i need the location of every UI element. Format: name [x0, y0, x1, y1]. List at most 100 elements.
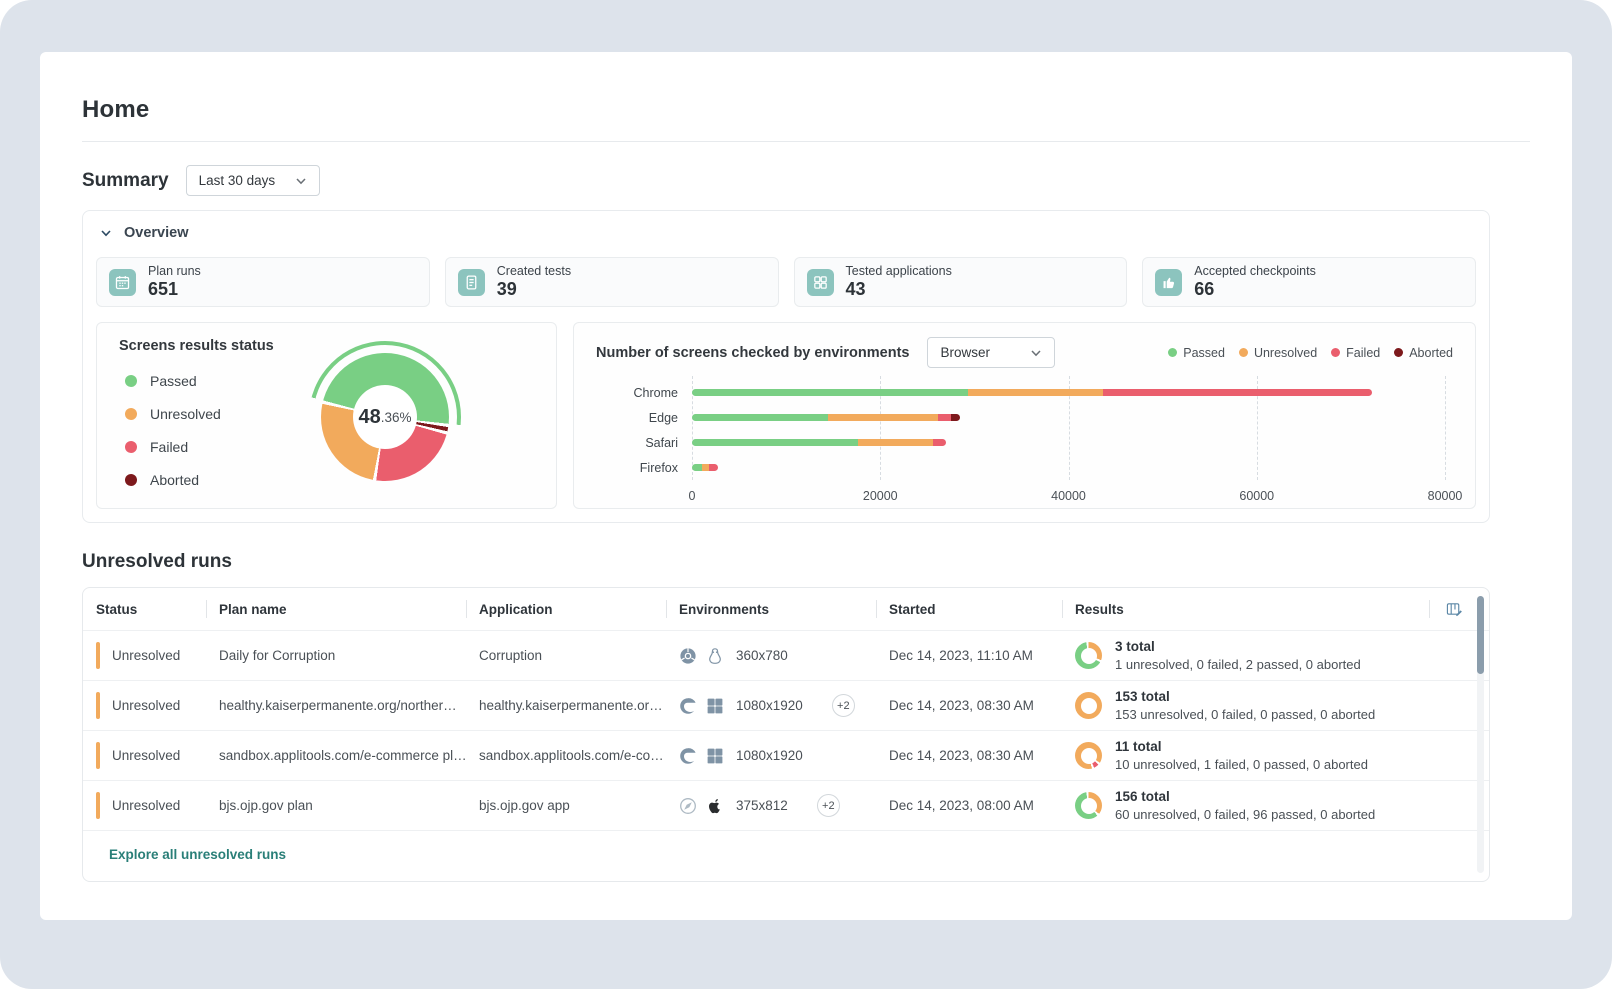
overview-panel: Overview Plan runs 651 Created tests 39: [82, 210, 1490, 523]
stat-card-accepted-checkpoints: Accepted checkpoints 66: [1142, 257, 1476, 307]
table-scrollbar-track: [1477, 596, 1484, 873]
table-scrollbar-thumb[interactable]: [1477, 596, 1484, 674]
results-detail: 153 unresolved, 0 failed, 0 passed, 0 ab…: [1115, 707, 1375, 722]
legend-item-failed: Failed: [125, 439, 221, 455]
stat-value: 66: [1194, 279, 1316, 300]
started-timestamp: Dec 14, 2023, 08:00 AM: [876, 798, 1062, 813]
date-range-value: Last 30 days: [199, 173, 276, 188]
safari-icon: [679, 797, 697, 815]
column-header-results: Results: [1062, 588, 1429, 630]
overview-collapse-toggle[interactable]: Overview: [96, 223, 1476, 241]
legend-label: Aborted: [150, 472, 199, 488]
status-accent-bar: [96, 792, 100, 819]
environment-type-value: Browser: [940, 345, 990, 360]
table-header-row: Status Plan name Application Environment…: [83, 588, 1489, 630]
bar-segment-unresolved: [968, 389, 1104, 396]
legend-item-unresolved: Unresolved: [125, 406, 221, 422]
bar-category-label: Firefox: [596, 461, 678, 475]
bar-segment-failed: [1103, 389, 1371, 396]
status-accent-bar: [96, 692, 100, 719]
started-timestamp: Dec 14, 2023, 08:30 AM: [876, 748, 1062, 763]
stacked-bar-edge: [692, 414, 960, 421]
calendar-icon: [109, 269, 136, 296]
resolution-text: 1080x1920: [736, 698, 803, 713]
table-row[interactable]: Unresolved bjs.ojp.gov plan bjs.ojp.gov …: [83, 780, 1489, 830]
unresolved-dot: [125, 408, 137, 420]
extra-environments-badge[interactable]: +2: [817, 794, 840, 817]
legend-label: Aborted: [1409, 346, 1453, 360]
donut-center-int: 48: [358, 406, 380, 429]
stat-value: 43: [846, 279, 952, 300]
donut-center-label: 48.36%: [353, 385, 417, 449]
page-title: Home: [82, 96, 1530, 124]
status-accent-bar: [96, 742, 100, 769]
resolution-text: 360x780: [736, 648, 788, 663]
bar-segment-passed: [692, 439, 858, 446]
donut-center-frac: .36%: [381, 410, 412, 425]
env-chart-legend: Passed Unresolved Failed Aborted: [1168, 346, 1453, 360]
bar-segment-unresolved: [702, 464, 709, 471]
stat-value: 39: [497, 279, 571, 300]
x-axis-tick-label: 0: [689, 489, 696, 503]
results-total: 3 total: [1115, 639, 1361, 654]
column-header-status: Status: [83, 588, 206, 630]
legend-item-aborted: Aborted: [125, 472, 221, 488]
column-header-plan-name: Plan name: [206, 588, 466, 630]
explore-all-unresolved-runs-link[interactable]: Explore all unresolved runs: [109, 847, 286, 862]
status-donut-chart: 48.36%: [309, 341, 461, 493]
results-total: 11 total: [1115, 739, 1368, 754]
legend-label: Passed: [150, 373, 197, 389]
manage-columns-icon[interactable]: [1446, 601, 1463, 618]
table-row[interactable]: Unresolved sandbox.applitools.com/e-comm…: [83, 730, 1489, 780]
results-detail: 60 unresolved, 0 failed, 96 passed, 0 ab…: [1115, 807, 1375, 822]
window-frame: Home Summary Last 30 days Overview Plan …: [0, 0, 1612, 989]
overview-label: Overview: [124, 225, 189, 241]
edge-icon: [679, 697, 697, 715]
stat-card-plan-runs: Plan runs 651: [96, 257, 430, 307]
bar-segment-failed: [938, 414, 951, 421]
windows-icon: [706, 697, 724, 715]
results-detail: 1 unresolved, 0 failed, 2 passed, 0 abor…: [1115, 657, 1361, 672]
table-row[interactable]: Unresolved healthy.kaiserpermanente.org/…: [83, 680, 1489, 730]
date-range-select[interactable]: Last 30 days: [186, 165, 321, 196]
stat-label: Created tests: [497, 264, 571, 278]
legend-item-unresolved: Unresolved: [1239, 346, 1317, 360]
aborted-dot: [1394, 348, 1403, 357]
status-label: Unresolved: [112, 798, 180, 813]
x-axis-tick-label: 60000: [1239, 489, 1274, 503]
table-row[interactable]: Unresolved Daily for Corruption Corrupti…: [83, 630, 1489, 680]
bar-segment-aborted: [951, 414, 960, 421]
bar-segment-passed: [692, 464, 702, 471]
bar-segment-passed: [692, 414, 828, 421]
stacked-bar-firefox: [692, 464, 718, 471]
aborted-dot: [125, 474, 137, 486]
bar-segment-failed: [709, 464, 718, 471]
resolution-text: 375x812: [736, 798, 788, 813]
bar-segment-unresolved: [828, 414, 938, 421]
unresolved-dot: [1239, 348, 1248, 357]
bar-segment-unresolved: [858, 439, 933, 446]
apps-grid-icon: [807, 269, 834, 296]
apple-icon: [706, 797, 724, 815]
legend-label: Unresolved: [150, 406, 221, 422]
environment-type-select[interactable]: Browser: [927, 337, 1055, 368]
resolution-text: 1080x1920: [736, 748, 803, 763]
status-label: Unresolved: [112, 648, 180, 663]
plan-name: healthy.kaiserpermanente.org/norther…: [206, 698, 466, 713]
edge-icon: [679, 747, 697, 765]
page: Home Summary Last 30 days Overview Plan …: [40, 52, 1572, 920]
x-axis-tick-label: 80000: [1428, 489, 1463, 503]
bar-category-label: Chrome: [596, 386, 678, 400]
env-bar-plot: ChromeEdgeSafariFirefox 0200004000060000…: [596, 380, 1453, 507]
results-detail: 10 unresolved, 1 failed, 0 passed, 0 abo…: [1115, 757, 1368, 772]
extra-environments-badge[interactable]: +2: [832, 694, 855, 717]
plan-name: Daily for Corruption: [206, 648, 466, 663]
x-axis-tick-label: 20000: [863, 489, 898, 503]
stat-label: Tested applications: [846, 264, 952, 278]
status-accent-bar: [96, 642, 100, 669]
results-donut: [1075, 792, 1102, 819]
bar-category-label: Safari: [596, 436, 678, 450]
application-name: sandbox.applitools.com/e-co…: [466, 748, 666, 763]
stat-value: 651: [148, 279, 201, 300]
passed-dot: [1168, 348, 1177, 357]
